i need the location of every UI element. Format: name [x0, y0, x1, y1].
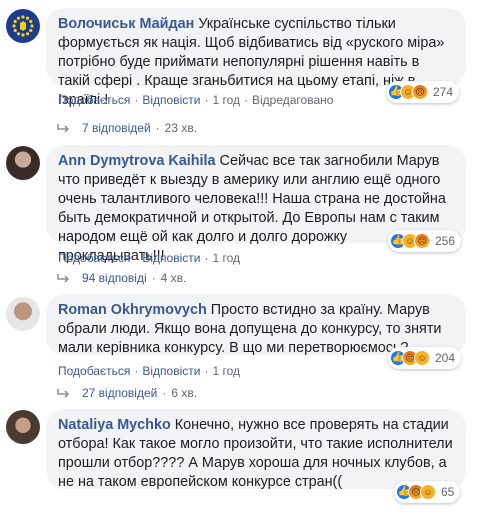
- reactions-summary[interactable]: 👍 ☹ ☺ 65: [394, 481, 461, 503]
- comment-text: Сейчас все так загнобили Марув что приве…: [58, 153, 446, 264]
- laughing-face-icon: ☺: [414, 350, 430, 366]
- reply-link[interactable]: Відповісти: [142, 251, 200, 265]
- replies-count[interactable]: 94 відповіді: [82, 271, 147, 285]
- comment-bubble: Roman Okhrymovych Просто встидно за краї…: [46, 294, 466, 356]
- timestamp[interactable]: 1 год: [212, 251, 240, 265]
- comment-author[interactable]: Roman Okhrymovych: [58, 302, 207, 318]
- like-link[interactable]: Подобається: [58, 364, 130, 378]
- replies-time: 23 хв.: [164, 121, 198, 135]
- angry-face-icon: ☹: [414, 233, 430, 249]
- reaction-count: 204: [435, 351, 456, 365]
- reaction-count: 65: [441, 485, 455, 499]
- comment-author[interactable]: Волочиськ Майдан: [58, 16, 194, 32]
- reactions-summary[interactable]: 👍 ☹ ☺ 204: [388, 347, 462, 369]
- laughing-face-icon: ☺: [420, 484, 436, 500]
- like-link[interactable]: Подобається: [58, 251, 130, 265]
- edited-label[interactable]: Відредаговано: [252, 93, 333, 107]
- comment-actions: Подобається · Відповісти · 1 год: [58, 251, 240, 265]
- reply-arrow-icon: [57, 389, 70, 398]
- avatar[interactable]: [6, 297, 40, 331]
- timestamp[interactable]: 1 год: [212, 364, 240, 378]
- reactions-summary[interactable]: 👍 ☺ ☹ 274: [386, 81, 460, 103]
- timestamp[interactable]: 1 год: [212, 93, 240, 107]
- like-link[interactable]: Подобається: [58, 93, 130, 107]
- comment-bubble: Nataliya Mychko Конечно, нужно все прове…: [46, 409, 466, 490]
- view-replies[interactable]: 7 відповідей · 23 хв.: [56, 121, 197, 135]
- comment-actions: Подобається · Відповісти · 1 год: [58, 364, 240, 378]
- reply-arrow-icon: [57, 124, 70, 133]
- replies-time: 6 хв.: [171, 386, 198, 400]
- replies-time: 4 хв.: [160, 271, 187, 285]
- comment-author[interactable]: Ann Dymytrova Kaihila: [58, 153, 216, 169]
- eu-stars-icon: [12, 15, 34, 37]
- comment-bubble: Волочиськ Майдан Українське суспільство …: [46, 8, 466, 108]
- angry-face-icon: ☹: [412, 84, 428, 100]
- view-replies[interactable]: 94 відповіді · 4 хв.: [56, 271, 186, 285]
- reply-link[interactable]: Відповісти: [142, 364, 200, 378]
- reply-link[interactable]: Відповісти: [142, 93, 200, 107]
- avatar[interactable]: [6, 9, 40, 43]
- reply-arrow-icon: [57, 274, 70, 283]
- reactions-summary[interactable]: 👍 ☺ ☹ 256: [388, 230, 462, 252]
- comment-author[interactable]: Nataliya Mychko: [58, 417, 171, 433]
- replies-count[interactable]: 27 відповідей: [82, 386, 157, 400]
- comment-actions: Подобається · Відповісти · 1 год · Відредагова…: [58, 93, 334, 107]
- avatar[interactable]: [6, 410, 40, 444]
- replies-count[interactable]: 7 відповідей: [82, 121, 151, 135]
- reaction-count: 274: [433, 85, 454, 99]
- reaction-count: 256: [435, 234, 456, 248]
- avatar[interactable]: [6, 146, 40, 180]
- comment-bubble: Ann Dymytrova Kaihila Сейчас все так заг…: [46, 145, 466, 264]
- view-replies[interactable]: 27 відповідей · 6 хв.: [56, 386, 197, 400]
